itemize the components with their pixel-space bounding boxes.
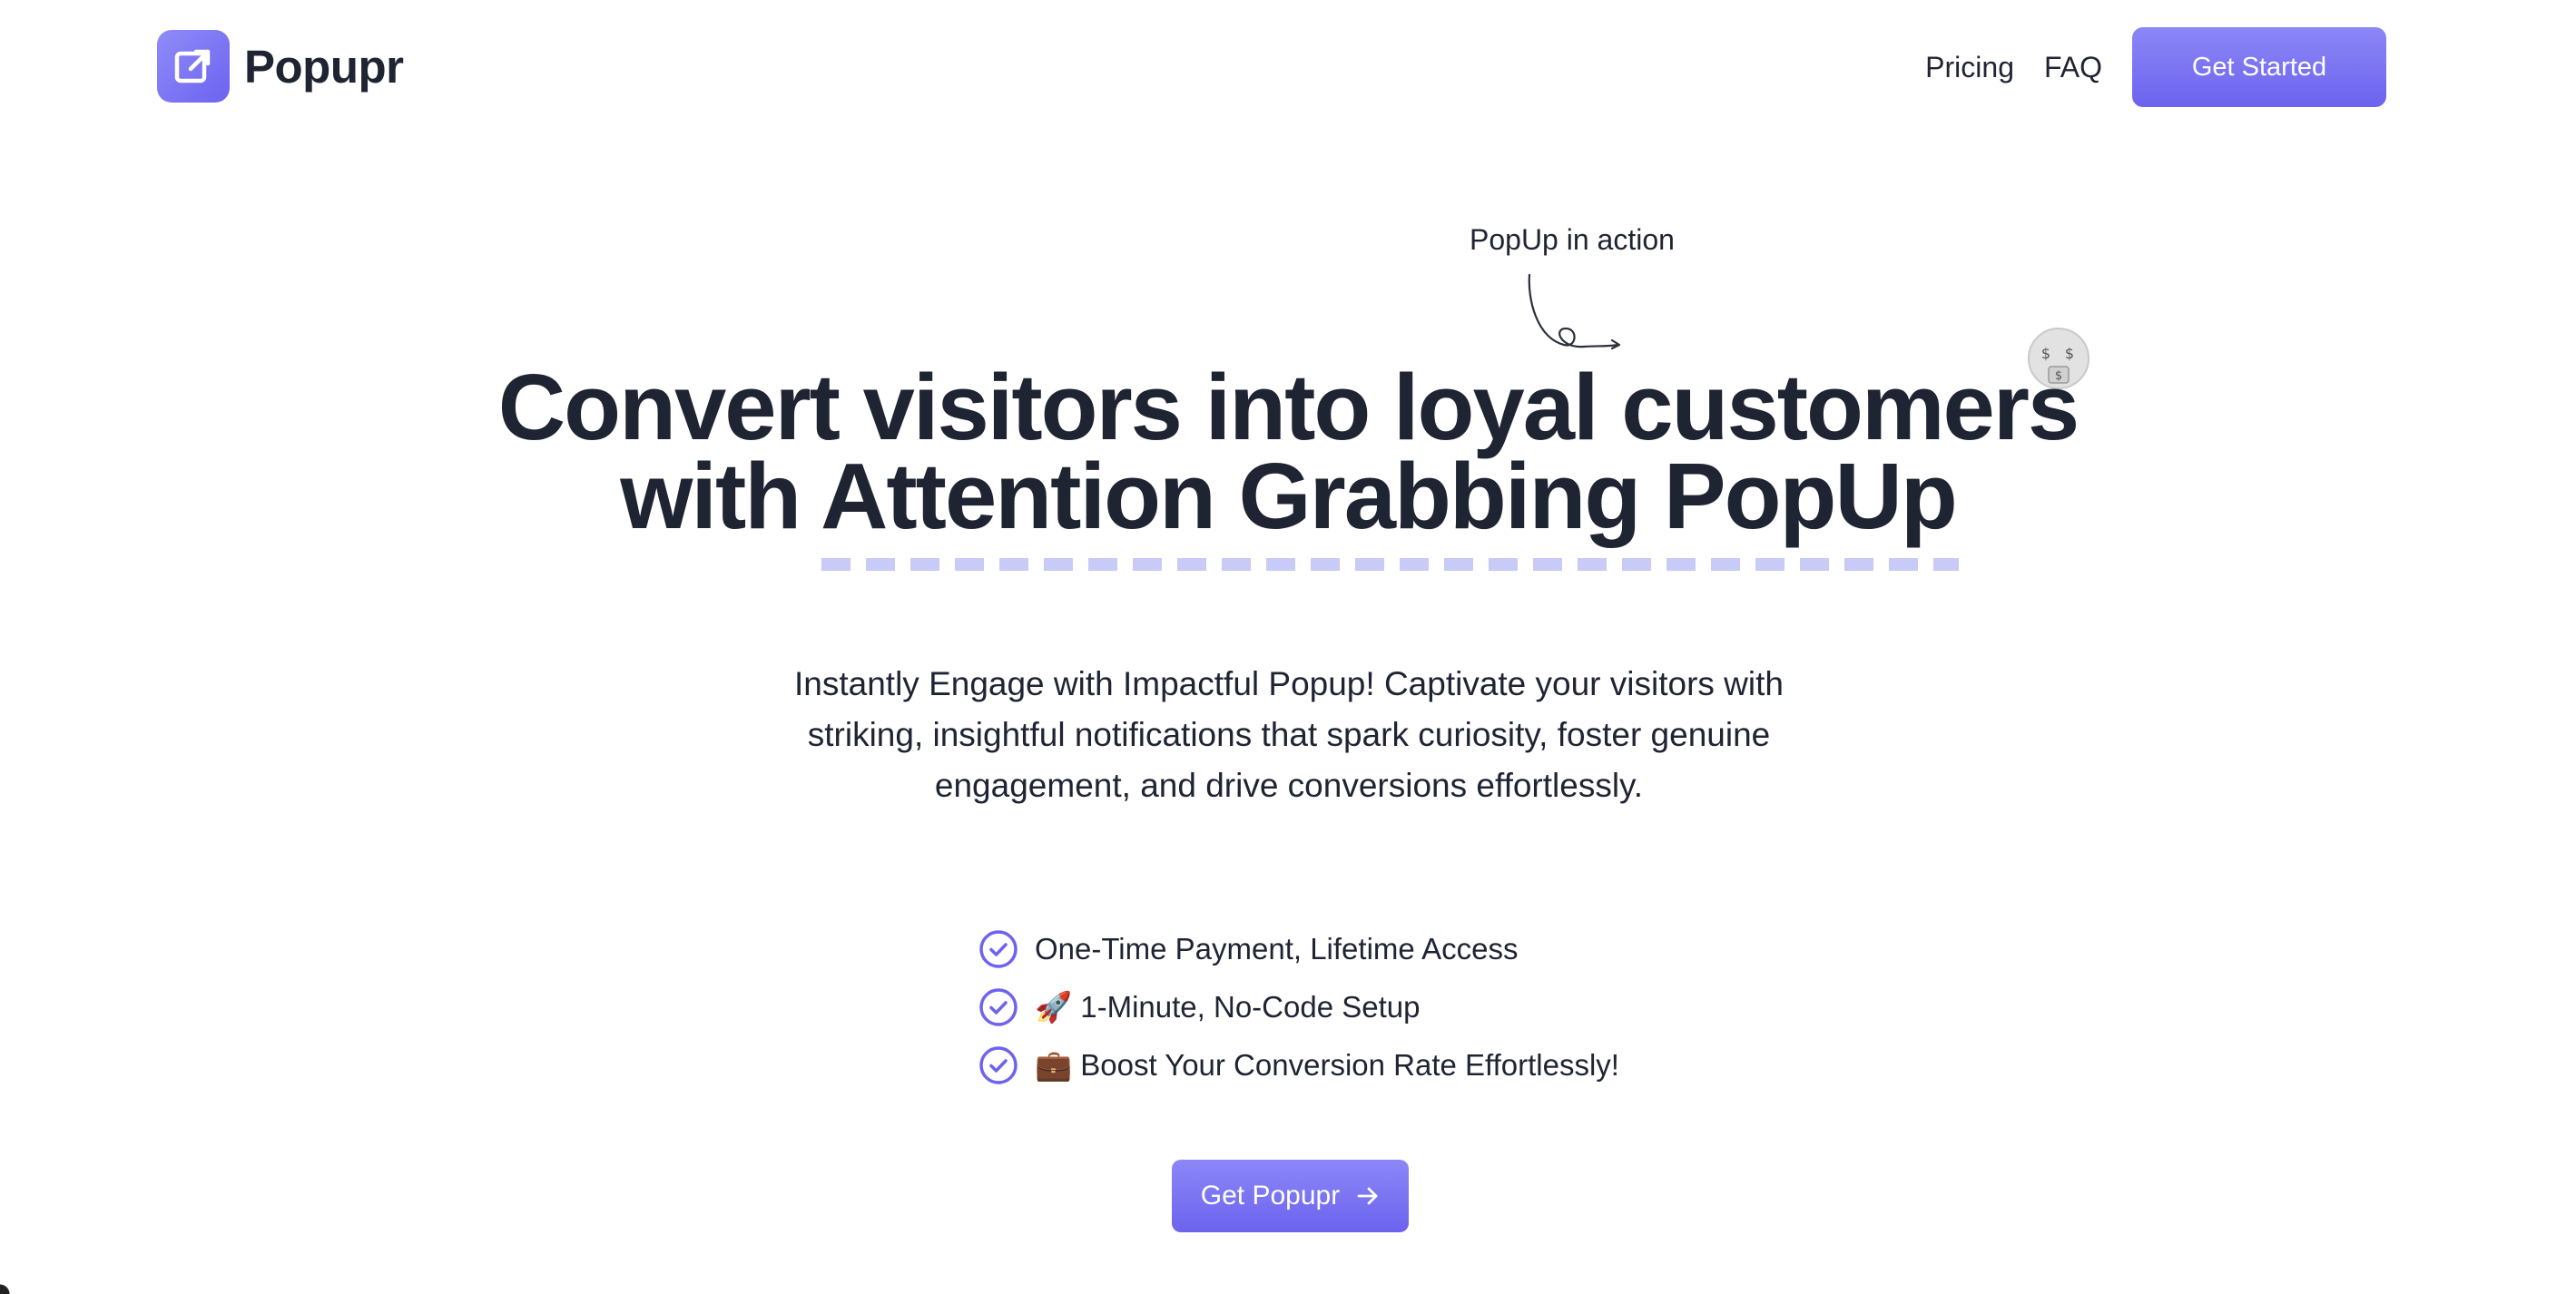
annotation-label: PopUp in action bbox=[1470, 223, 1675, 256]
feature-item: 🚀 1-Minute, No-Code Setup bbox=[978, 986, 1619, 1028]
landing-page: Popupr Pricing FAQ Get Started PopUp in … bbox=[0, 0, 2576, 1294]
logo-text: Popupr bbox=[244, 40, 404, 93]
feature-item: One-Time Payment, Lifetime Access bbox=[978, 928, 1619, 970]
get-started-button[interactable]: Get Started bbox=[2132, 27, 2386, 107]
check-circle-icon bbox=[979, 988, 1018, 1026]
nav-link-pricing[interactable]: Pricing bbox=[1925, 51, 2014, 84]
check-circle-icon bbox=[979, 930, 1018, 968]
arrow-right-icon bbox=[1357, 1187, 1378, 1205]
curly-arrow-icon bbox=[1528, 273, 1621, 350]
headline-line-2: with Attention Grabbing PopUp bbox=[620, 444, 1958, 548]
check-circle-icon bbox=[979, 1046, 1018, 1084]
hero-headline: Convert visitors into loyal customers wi… bbox=[0, 355, 2576, 548]
hero-subtitle: Instantly Engage with Impactful Popup! C… bbox=[794, 665, 1784, 804]
get-popupr-label: Get Popupr bbox=[1200, 1181, 1341, 1211]
feature-text: One-Time Payment, Lifetime Access bbox=[1035, 932, 1519, 966]
headline-line-1: Convert visitors into loyal customers bbox=[497, 355, 2079, 459]
feature-text: 🚀 1-Minute, No-Code Setup bbox=[1035, 989, 1421, 1024]
feature-text: 💼 Boost Your Conversion Rate Effortlessl… bbox=[1035, 1047, 1619, 1082]
get-popupr-button[interactable]: Get Popupr bbox=[1172, 1160, 1409, 1232]
feature-item: 💼 Boost Your Conversion Rate Effortlessl… bbox=[978, 1044, 1619, 1086]
dashed-underline bbox=[821, 558, 1959, 571]
nav-link-faq[interactable]: FAQ bbox=[2044, 51, 2102, 84]
feature-list: One-Time Payment, Lifetime Access 🚀 1-Mi… bbox=[978, 928, 1619, 1103]
top-nav: Pricing FAQ Get Started bbox=[1925, 27, 2386, 107]
external-link-icon bbox=[157, 30, 230, 103]
window-corner bbox=[0, 1276, 18, 1294]
logo[interactable]: Popupr bbox=[157, 30, 404, 103]
